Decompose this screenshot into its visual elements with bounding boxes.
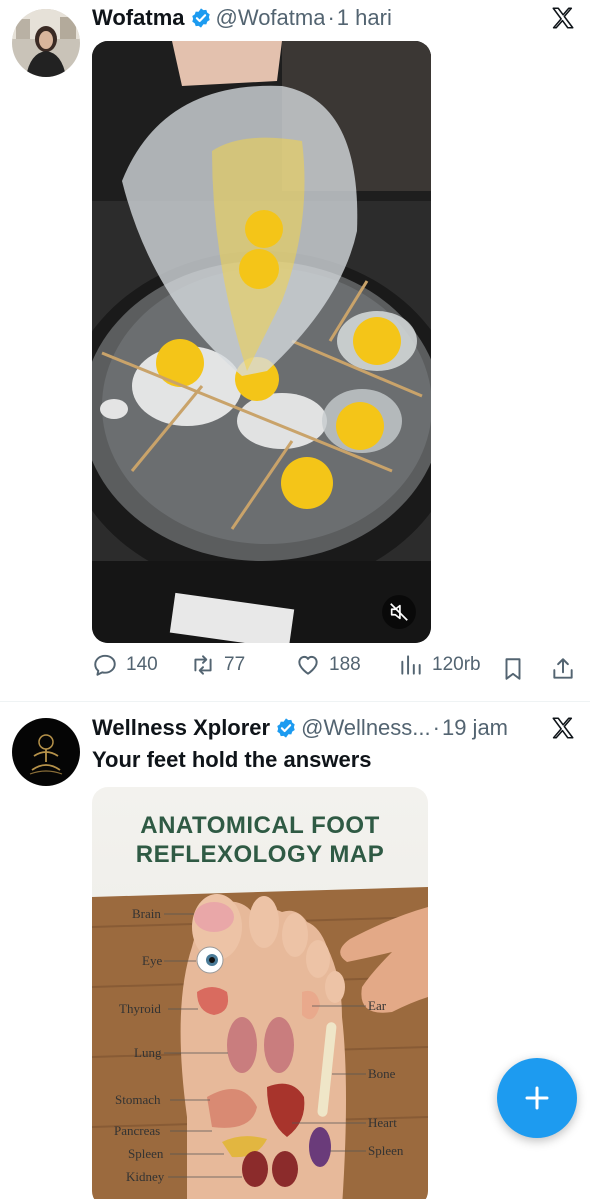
- tweet-1[interactable]: Wofatma @Wofatma · 1 hari 140 77 188 120…: [0, 0, 590, 700]
- reply-icon: [94, 654, 116, 676]
- plus-icon: [525, 1086, 549, 1110]
- repost-count: 77: [224, 654, 246, 675]
- x-logo-icon[interactable]: [550, 715, 576, 741]
- label-kidney: Kidney: [126, 1169, 165, 1184]
- action-bar: 140 77 188 120rb: [92, 652, 578, 686]
- verified-icon: [191, 8, 210, 28]
- views-button[interactable]: 120rb: [398, 652, 481, 678]
- bookmark-icon[interactable]: [500, 656, 526, 682]
- label-ear: Ear: [368, 998, 387, 1013]
- separator-dot: ·: [327, 5, 335, 30]
- like-icon: [298, 655, 318, 675]
- compose-button[interactable]: [497, 1058, 577, 1138]
- like-button[interactable]: 188: [295, 652, 361, 678]
- label-heart: Heart: [368, 1115, 397, 1130]
- like-count: 188: [329, 654, 361, 675]
- repost-button[interactable]: 77: [190, 652, 245, 678]
- mute-icon[interactable]: [388, 601, 410, 623]
- label-thyroid: Thyroid: [119, 1001, 161, 1016]
- avatar[interactable]: [12, 9, 80, 77]
- author-name[interactable]: Wellness Xplorer: [92, 715, 270, 741]
- tweet-header: Wellness Xplorer @Wellness... · 19 jam: [92, 711, 576, 745]
- views-icon: [401, 655, 421, 675]
- verified-icon: [277, 718, 295, 738]
- views-count: 120rb: [432, 654, 481, 675]
- author-handle[interactable]: @Wellness...: [301, 715, 431, 741]
- image-title-line2: REFLEXOLOGY MAP: [135, 841, 385, 868]
- repost-icon: [194, 655, 212, 675]
- image-media[interactable]: ANATOMICAL FOOT REFLEXOLOGY MAP Brain Ey…: [92, 787, 428, 1199]
- label-pancreas: Pancreas: [114, 1123, 161, 1138]
- post-time[interactable]: 19 jam: [442, 715, 508, 741]
- separator-dot: ·: [432, 715, 440, 740]
- post-time[interactable]: 1 hari: [337, 5, 392, 31]
- reply-button[interactable]: 140: [92, 652, 158, 678]
- label-brain: Brain: [132, 906, 161, 921]
- tweet-header: Wofatma @Wofatma · 1 hari: [92, 1, 576, 35]
- label-bone: Bone: [368, 1066, 396, 1081]
- author-handle[interactable]: @Wofatma: [216, 5, 326, 31]
- label-spleen-left: Spleen: [128, 1146, 164, 1161]
- label-lung: Lung: [134, 1045, 162, 1060]
- video-media[interactable]: [92, 41, 431, 643]
- label-stomach: Stomach: [115, 1092, 161, 1107]
- video-frame: [92, 41, 431, 643]
- image-title-line1: ANATOMICAL FOOT: [140, 812, 380, 839]
- label-spleen-right: Spleen: [368, 1143, 404, 1158]
- tweet-text: Your feet hold the answers: [92, 747, 372, 772]
- share-icon[interactable]: [550, 656, 576, 682]
- x-logo-icon[interactable]: [550, 5, 576, 31]
- tweet-2[interactable]: Wellness Xplorer @Wellness... · 19 jam Y…: [0, 702, 590, 1199]
- author-name[interactable]: Wofatma: [92, 5, 185, 31]
- label-eye: Eye: [142, 953, 163, 968]
- reply-count: 140: [126, 654, 158, 675]
- avatar[interactable]: [12, 718, 80, 786]
